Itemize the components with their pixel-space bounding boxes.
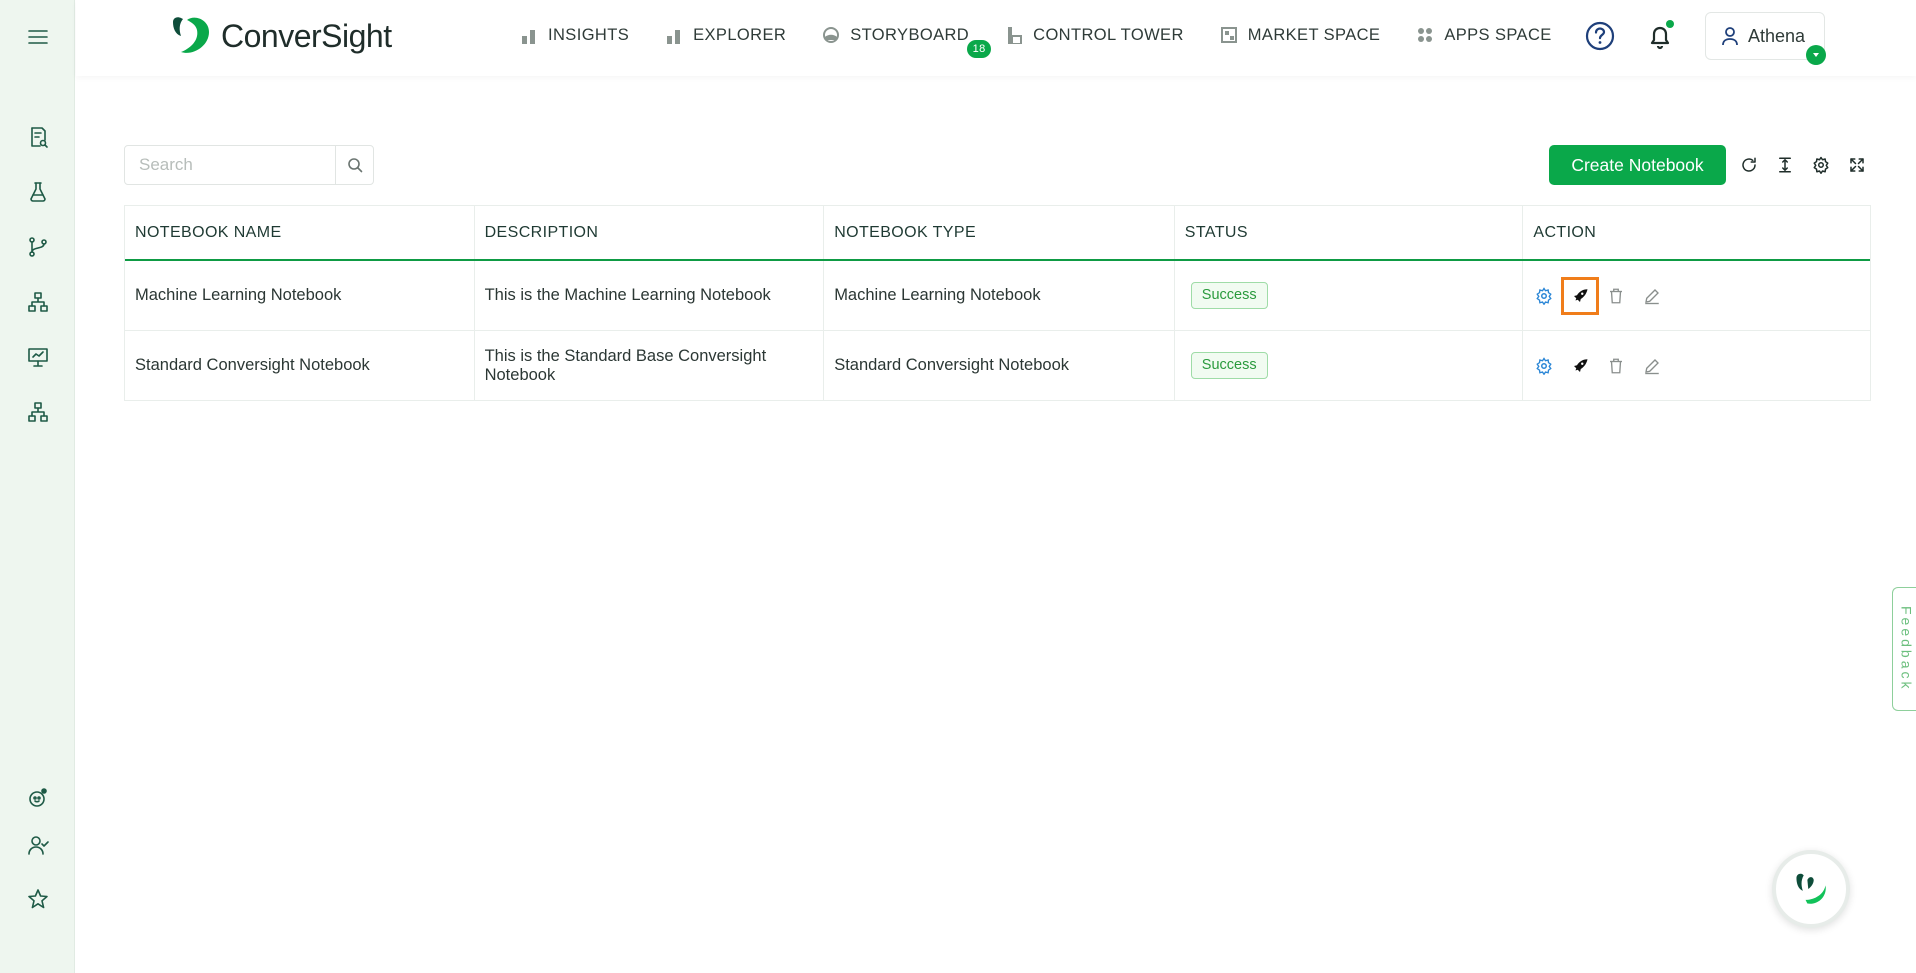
column-header-status[interactable]: STATUS <box>1175 206 1524 259</box>
search-icon[interactable] <box>335 146 373 184</box>
notebook-name-cell: Machine Learning Notebook <box>125 261 475 330</box>
user-menu-button[interactable]: Athena <box>1705 12 1826 65</box>
branch-icon[interactable] <box>22 231 54 263</box>
nav-label: STORYBOARD <box>850 25 970 44</box>
edit-pencil-icon[interactable] <box>1641 285 1663 307</box>
table-header: NOTEBOOK NAME DESCRIPTION NOTEBOOK TYPE … <box>125 206 1870 261</box>
settings-gear-icon[interactable] <box>1533 355 1555 377</box>
nav-label: CONTROL TOWER <box>1033 25 1184 44</box>
column-height-icon[interactable] <box>1773 153 1797 177</box>
column-header-notebook-type[interactable]: NOTEBOOK TYPE <box>824 206 1175 259</box>
feedback-tab[interactable]: Feedback <box>1892 587 1916 711</box>
status-cell: Success <box>1175 331 1524 400</box>
refresh-icon[interactable] <box>1737 153 1761 177</box>
notification-dot <box>1666 20 1674 28</box>
delete-trash-icon[interactable] <box>1605 355 1627 377</box>
description-cell: This is the Machine Learning Notebook <box>475 261 825 330</box>
nav-label: INSIGHTS <box>548 25 630 44</box>
nav-insights[interactable]: INSIGHTS <box>520 26 629 45</box>
help-icon[interactable] <box>1582 18 1618 54</box>
notebook-type-cell: Machine Learning Notebook <box>824 261 1175 330</box>
create-notebook-button[interactable]: Create Notebook <box>1549 145 1726 185</box>
settings-gear-icon[interactable] <box>1809 153 1833 177</box>
chevron-down-icon[interactable] <box>1806 45 1826 65</box>
flask-icon[interactable] <box>22 176 54 208</box>
status-cell: Success <box>1175 261 1524 330</box>
hierarchy-icon[interactable] <box>22 286 54 318</box>
bar-chart-icon <box>667 30 681 44</box>
hamburger-menu-icon[interactable] <box>22 21 54 53</box>
globe-icon <box>823 27 840 43</box>
assistant-bot-icon[interactable] <box>22 782 54 814</box>
apps-grid-icon <box>1418 28 1433 42</box>
nav-control-tower[interactable]: CONTROL TOWER <box>1005 26 1184 45</box>
feedback-label: Feedback <box>1898 606 1915 692</box>
brand-logo[interactable]: ConverSight <box>169 14 392 58</box>
presentation-chart-icon[interactable] <box>22 341 54 373</box>
bar-chart-icon <box>522 30 535 44</box>
nav-label: APPS SPACE <box>1444 25 1552 44</box>
star-icon[interactable] <box>22 883 54 915</box>
notebook-type-cell: Standard Conversight Notebook <box>824 331 1175 400</box>
table-row: Standard Conversight Notebook This is th… <box>125 331 1870 401</box>
column-header-action: ACTION <box>1533 223 1597 241</box>
nav-explorer[interactable]: EXPLORER <box>665 26 786 45</box>
conversight-logo-icon <box>173 17 209 53</box>
nav-label: EXPLORER <box>693 25 787 44</box>
chat-assistant-button[interactable] <box>1772 850 1850 928</box>
notifications-bell-icon[interactable] <box>1642 18 1678 54</box>
tower-icon <box>1008 27 1023 44</box>
action-cell <box>1523 261 1870 330</box>
rocket-deploy-icon[interactable] <box>1569 355 1591 377</box>
org-chart-icon[interactable] <box>22 396 54 428</box>
user-icon <box>1722 27 1738 46</box>
top-header: ConverSight INSIGHTS EXPLORER STORYBOARD… <box>76 0 1916 76</box>
search-input[interactable] <box>125 146 335 184</box>
settings-gear-icon[interactable] <box>1533 285 1555 307</box>
fullscreen-icon[interactable] <box>1845 153 1869 177</box>
search-bar <box>124 145 374 185</box>
status-badge: Success <box>1190 282 1268 309</box>
storyboard-count-badge: 18 <box>967 39 992 58</box>
nav-market-space[interactable]: MARKET SPACE <box>1220 26 1381 45</box>
column-header-notebook-name[interactable]: NOTEBOOK NAME <box>125 206 475 259</box>
notebooks-table: NOTEBOOK NAME DESCRIPTION NOTEBOOK TYPE … <box>124 205 1871 401</box>
nav-apps-space[interactable]: APPS SPACE <box>1416 26 1551 45</box>
table-row: Machine Learning Notebook This is the Ma… <box>125 261 1870 331</box>
notebook-name-cell: Standard Conversight Notebook <box>125 331 475 400</box>
main-nav: INSIGHTS EXPLORER STORYBOARD 18 CONTROL … <box>520 0 1588 70</box>
status-badge: Success <box>1190 352 1268 379</box>
user-name: Athena <box>1748 25 1806 46</box>
action-cell <box>1523 331 1870 400</box>
nav-label: MARKET SPACE <box>1247 25 1381 44</box>
delete-trash-icon[interactable] <box>1605 285 1627 307</box>
description-cell: This is the Standard Base Conversight No… <box>475 331 825 400</box>
nav-storyboard[interactable]: STORYBOARD 18 <box>822 25 992 58</box>
column-header-description[interactable]: DESCRIPTION <box>475 206 825 259</box>
conversight-logo-icon <box>1796 873 1826 904</box>
users-icon[interactable] <box>22 829 54 861</box>
rocket-deploy-icon[interactable] <box>1561 276 1600 315</box>
edit-pencil-icon[interactable] <box>1641 355 1663 377</box>
store-icon <box>1220 27 1237 43</box>
left-sidebar <box>0 0 75 973</box>
brand-name: ConverSight <box>221 17 392 54</box>
document-search-icon[interactable] <box>22 121 54 153</box>
